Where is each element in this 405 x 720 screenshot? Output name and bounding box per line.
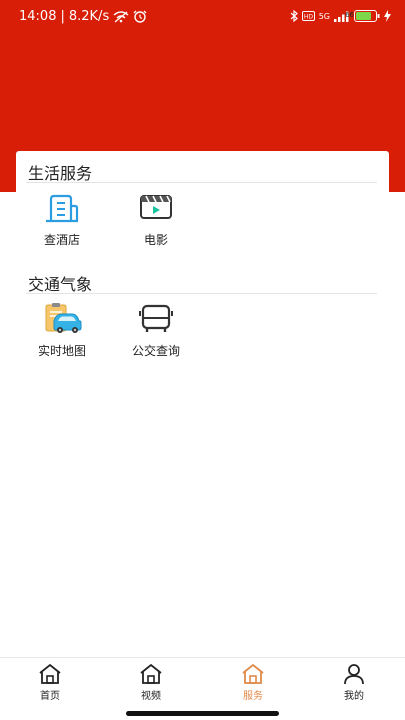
section-title-life-services: 生活服务 xyxy=(28,164,93,183)
bluetooth-icon xyxy=(290,10,298,22)
battery-level: 66 xyxy=(345,11,354,19)
services-card: 生活服务 查酒店 电影 交通气象 实时地图 公交查询 xyxy=(16,151,389,661)
home-icon xyxy=(242,663,264,684)
section-title-traffic-weather: 交通气象 xyxy=(28,275,93,294)
hd-icon: HD xyxy=(301,11,315,21)
tab-home[interactable]: 首页 xyxy=(10,662,90,702)
tab-label: 视频 xyxy=(141,691,161,702)
tab-mine[interactable]: 我的 xyxy=(314,662,394,702)
section-divider xyxy=(26,182,377,183)
status-right: HD 5G 66 xyxy=(290,10,391,22)
tab-services[interactable]: 服务 xyxy=(213,662,293,702)
grid-item-label: 实时地图 xyxy=(37,344,86,358)
grid-item-label: 公交查询 xyxy=(131,344,180,358)
status-time: 14:08 xyxy=(19,9,57,24)
status-left: 14:08 | 8.2K/s xyxy=(19,9,147,24)
network-type: 5G xyxy=(318,11,330,21)
tab-label: 我的 xyxy=(344,691,364,702)
grid-item-movie[interactable]: 电影 xyxy=(118,192,194,248)
status-separator: | xyxy=(60,9,65,24)
home-indicator[interactable] xyxy=(126,711,279,716)
bus-icon xyxy=(136,303,176,335)
section-divider xyxy=(26,293,377,294)
hotel-building-icon xyxy=(42,192,82,224)
svg-text:HD: HD xyxy=(304,13,314,20)
status-bar: 14:08 | 8.2K/s HD 5G 66 xyxy=(0,0,405,34)
network-speed: 8.2K/s xyxy=(68,9,110,24)
alarm-icon xyxy=(133,10,147,23)
charging-icon xyxy=(384,10,391,22)
tab-label: 服务 xyxy=(243,691,263,702)
battery-icon xyxy=(354,10,380,22)
tab-label: 首页 xyxy=(40,691,60,702)
person-icon xyxy=(344,664,364,685)
tab-video[interactable]: 视频 xyxy=(111,662,191,702)
home-icon xyxy=(140,663,162,684)
grid-item-hotel[interactable]: 查酒店 xyxy=(24,192,100,248)
home-icon xyxy=(39,663,61,684)
grid-item-realtime-map[interactable]: 实时地图 xyxy=(24,303,100,359)
car-clipboard-icon xyxy=(42,303,82,335)
grid-item-label: 电影 xyxy=(143,233,168,247)
grid-item-label: 查酒店 xyxy=(43,233,80,247)
wifi-off-icon xyxy=(113,10,129,23)
movie-player-icon xyxy=(136,192,176,224)
grid-item-bus-query[interactable]: 公交查询 xyxy=(118,303,194,359)
